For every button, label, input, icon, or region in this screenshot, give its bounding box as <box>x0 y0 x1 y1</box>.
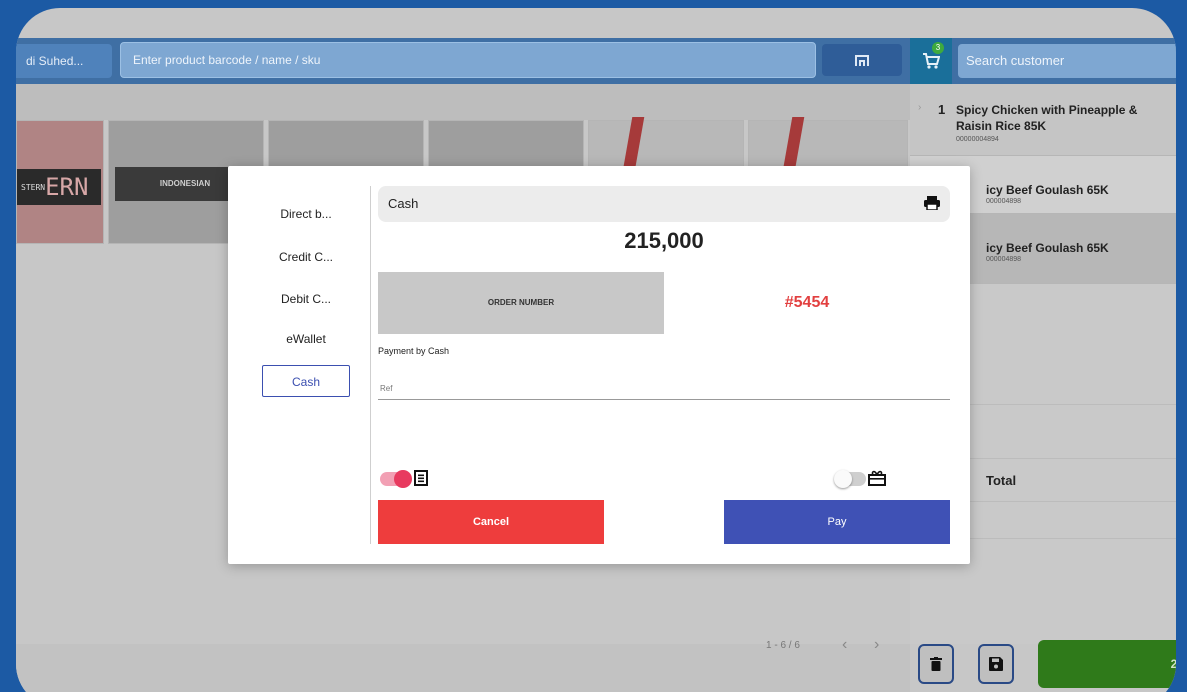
cart-item-qty: 1 <box>938 102 946 117</box>
category-label-western: STERNERN <box>17 169 101 205</box>
selected-method-field[interactable]: Cash <box>378 186 950 222</box>
order-number-label: ORDER NUMBER <box>378 272 664 334</box>
cart-item-name: icy Beef Goulash 65K <box>986 183 1109 197</box>
payment-amount: 215,000 <box>624 228 704 253</box>
print-icon[interactable] <box>924 196 940 215</box>
method-credit-card[interactable]: Credit C... <box>262 241 350 273</box>
pay-button[interactable]: Pay <box>724 500 950 544</box>
cart-item-name-line2: Raisin Rice 85K <box>956 119 1047 133</box>
bottom-bar <box>16 644 910 692</box>
trash-icon <box>930 657 942 671</box>
barcode-search-input[interactable]: Enter product barcode / name / sku <box>120 42 816 78</box>
method-direct-bank[interactable]: Direct b... <box>262 198 350 230</box>
receipt-icon <box>414 470 428 491</box>
gift-icon <box>868 470 886 491</box>
cart-button[interactable]: 3 <box>910 38 952 84</box>
cancel-button[interactable]: Cancel <box>378 500 604 544</box>
customer-search-input[interactable]: Search customer <box>958 44 1176 78</box>
checkout-button[interactable]: 21 <box>1038 640 1176 688</box>
total-label: Total <box>986 473 1017 488</box>
category-toolbar <box>16 84 910 120</box>
save-button[interactable] <box>978 644 1014 684</box>
payment-methods-list: Direct b... Credit C... Debit C... eWall… <box>228 166 370 564</box>
payment-by-label: Payment by Cash <box>378 346 450 356</box>
user-button[interactable]: di Suhed... <box>16 44 112 78</box>
receipt-toggle[interactable] <box>380 470 412 488</box>
cart-icon <box>923 53 940 69</box>
table-button[interactable] <box>822 44 902 76</box>
save-icon <box>989 657 1003 671</box>
ref-placeholder: Ref <box>380 384 393 393</box>
chevron-right-icon[interactable]: › <box>874 636 879 654</box>
cart-item-sku: 000004898 <box>986 198 1022 205</box>
cart-item-sku: 00000004894 <box>956 136 999 143</box>
table-icon <box>855 55 869 66</box>
pagination-label: 1 - 6 / 6 <box>766 640 800 651</box>
ref-input[interactable]: Ref <box>378 378 950 400</box>
gift-toggle[interactable] <box>834 470 866 488</box>
category-tile-western[interactable]: STERNERN <box>16 120 104 244</box>
chevron-left-icon[interactable]: ‹ <box>842 636 847 654</box>
cart-item-name: icy Beef Goulash 65K <box>986 241 1109 255</box>
payment-modal: Direct b... Credit C... Debit C... eWall… <box>228 166 970 564</box>
cart-item-name: Spicy Chicken with Pineapple & <box>956 103 1138 117</box>
method-ewallet[interactable]: eWallet <box>262 323 350 355</box>
toggle-knob <box>394 470 412 488</box>
cart-item[interactable]: › 1 Spicy Chicken with Pineapple & Raisi… <box>910 84 1176 156</box>
selected-method-value: Cash <box>388 196 419 211</box>
cart-item-sku: 000004898 <box>986 256 1022 263</box>
cart-count-badge: 3 <box>932 42 944 54</box>
method-cash[interactable]: Cash <box>262 365 350 397</box>
delete-button[interactable] <box>918 644 954 684</box>
chevron-right-icon[interactable]: › <box>918 102 921 113</box>
toggle-knob <box>834 470 852 488</box>
method-debit-card[interactable]: Debit C... <box>262 283 350 315</box>
divider <box>370 186 371 544</box>
order-number-value: #5454 <box>784 294 830 311</box>
